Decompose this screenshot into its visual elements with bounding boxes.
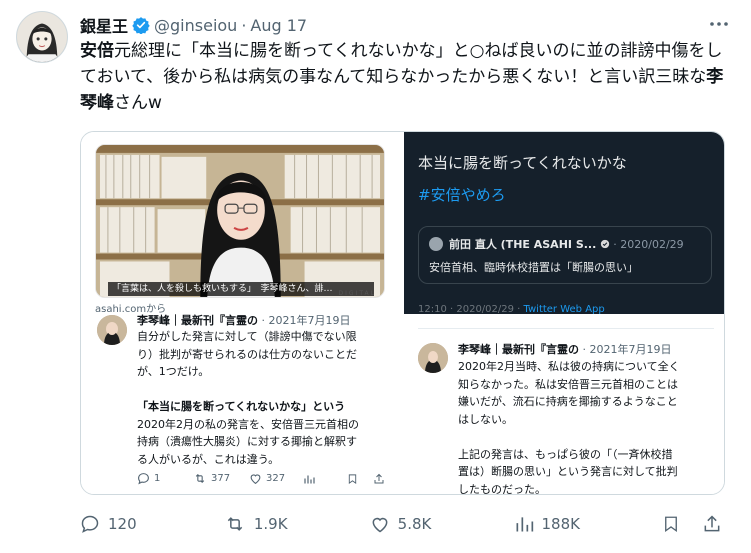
quote-views-icon <box>303 473 347 485</box>
quote-line: 嫌いだが、流石に持病を揶揄するようなこと <box>458 395 678 408</box>
quote-header: 李琴峰｜最新刊『言霊の · 2021年7月19日 <box>137 314 351 327</box>
media-right-pane: 本当に腸を断ってくれないかな #安倍やめろ 前田 直人 (THE ASAHI S… <box>404 132 724 495</box>
like-count: 5.8K <box>397 515 432 533</box>
quote-line: 「本当に腸を断ってくれないかな」という <box>137 400 346 413</box>
retweet-icon <box>227 517 243 531</box>
quote-date: 2021年7月19日 <box>268 314 351 327</box>
dark-tweet-footer: 12:10 · 2020/02/29 · Twitter Web App <box>418 304 605 314</box>
verified-badge-icon <box>600 238 610 251</box>
tweet-text: 安倍元総理に「本当に腸を断ってくれないかな」と○ねば良いのに並の誹謗中傷をしてお… <box>80 38 730 116</box>
tweet-text-segment: さんw <box>114 93 162 113</box>
quote-line: 自分がした発言に対して（誹謗中傷でない限 <box>137 330 357 343</box>
tweet-media-image[interactable]: 「言葉は、人を殺しも救いもする」 李琴峰さん、誹… DIGITAL asahi.… <box>80 131 725 495</box>
quote-avatar <box>97 315 127 345</box>
tweet-action-bar: 120 1.9K 5.8K 188K <box>80 509 730 539</box>
article-photo[interactable]: 「言葉は、人を殺しも救いもする」 李琴峰さん、誹… DIGITAL <box>95 144 385 298</box>
author-handle[interactable]: @ginseiou <box>154 16 237 35</box>
quote-line: はしない。 <box>458 412 513 426</box>
quote-line: が、1つだけ。 <box>137 365 210 378</box>
views-count: 188K <box>541 515 580 533</box>
divider <box>418 328 714 329</box>
dark-tweet-hashtag: #安倍やめろ <box>418 186 506 204</box>
retweet-button[interactable]: 1.9K <box>224 514 370 534</box>
tweet-text-bold: 安倍 <box>80 41 114 61</box>
quote-line: 2020年2月当時、私は彼の持病について全く <box>458 360 680 373</box>
tweet-date[interactable]: Aug 17 <box>250 16 307 35</box>
tweet-text-segment: 元総理に「本当に腸を断ってくれないかな」と○ねば良いのに並の誹謗中傷をしておいて… <box>80 41 723 87</box>
quote-line: 知らなかった。私は安倍晋三元首相のことは <box>458 377 678 391</box>
bookmark-button[interactable] <box>662 514 702 534</box>
quote-line: 上記の発言は、もっぱら彼の「（一斉休校措 <box>458 447 673 461</box>
photo-caption-text: 「言葉は、人を殺しも救いもする」 李琴峰さん、 <box>112 284 315 294</box>
dark-quote-body: 安倍首相、臨時休校措置は「断腸の思い」 <box>429 261 638 274</box>
quote-like-count: 327 <box>266 473 286 484</box>
quote-header: 李琴峰｜最新刊『言霊の · 2021年7月19日 <box>458 343 672 356</box>
reply-icon <box>138 473 149 485</box>
reply-count: 120 <box>108 515 137 533</box>
quote-line: る人がいるが、これは違う。 <box>137 452 280 466</box>
heart-icon <box>372 517 388 533</box>
quote-line: り）批判が寄せられるのは仕方のないことだ <box>137 347 357 361</box>
quote-date: 2021年7月19日 <box>589 343 672 356</box>
avatar[interactable] <box>16 11 68 63</box>
quote-bookmark-icon <box>347 473 373 485</box>
media-left-pane: 「言葉は、人を殺しも救いもする」 李琴峰さん、誹… DIGITAL asahi.… <box>81 132 404 494</box>
dark-quote-name: 前田 直人 (THE ASAHI S... <box>449 238 597 251</box>
like-button[interactable]: 5.8K <box>370 514 514 534</box>
quote-actions: 1 377 327 <box>137 472 387 485</box>
quote-line: したものだった。 <box>458 482 546 495</box>
retweet-icon <box>195 473 205 484</box>
dark-quote-date: 2020/02/29 <box>620 238 684 251</box>
quote-author-name: 李琴峰｜最新刊『言霊の <box>137 314 258 327</box>
quote-body: 自分がした発言に対して（誹謗中傷でない限 り）批判が寄せられるのは仕方のないこと… <box>137 328 399 468</box>
quote-share-icon <box>373 473 385 485</box>
bookmark-icon <box>665 516 678 533</box>
dark-quote-card: 前田 直人 (THE ASAHI S... · 2020/02/29 安倍首相、… <box>418 226 712 284</box>
views-icon <box>516 517 533 532</box>
dark-tweet-card: 本当に腸を断ってくれないかな #安倍やめろ 前田 直人 (THE ASAHI S… <box>404 132 724 314</box>
separator-dot: · <box>241 15 247 35</box>
photo-caption-tail: 誹… <box>314 284 333 294</box>
quote-reply-button: 1 <box>137 472 193 485</box>
quote-like-button: 327 <box>249 472 303 485</box>
retweet-count: 1.9K <box>253 515 288 533</box>
dark-footer-app: Twitter Web App <box>523 304 605 314</box>
reply-button[interactable]: 120 <box>80 514 224 534</box>
quote-reply-count: 1 <box>154 473 161 484</box>
views-button[interactable]: 188K <box>514 514 663 534</box>
quote-line: 2020年2月の私の発言を、安倍晋三元首相の <box>137 417 359 431</box>
verified-badge-icon <box>132 16 150 34</box>
quote-retweet-count: 377 <box>211 473 231 484</box>
dark-footer-time: 12:10 · 2020/02/29 · <box>418 304 524 314</box>
share-icon <box>704 515 720 532</box>
quote-line <box>137 381 399 399</box>
dark-quote-avatar <box>429 237 443 251</box>
quote-avatar <box>418 343 448 373</box>
heart-icon <box>250 474 261 485</box>
quote-author-name: 李琴峰｜最新刊『言霊の <box>458 343 579 356</box>
author-name[interactable]: 銀星王 <box>80 13 128 37</box>
dark-tweet-title: 本当に腸を断ってくれないかな <box>418 154 627 172</box>
dark-quote-header: 前田 直人 (THE ASAHI S... · 2020/02/29 <box>449 238 684 251</box>
quote-retweet-button: 377 <box>193 472 249 485</box>
photo-caption: 「言葉は、人を殺しも救いもする」 李琴峰さん、誹… <box>108 282 374 296</box>
photo-brand: DIGITAL <box>338 290 376 297</box>
quote-line: 持病（潰瘍性大腸炎）に対する揶揄と解釈す <box>137 435 357 448</box>
quote-body: 2020年2月当時、私は彼の持病について全く 知らなかった。私は安倍晋三元首相の… <box>458 358 720 495</box>
tweet-header: 銀星王 @ginseiou · Aug 17 <box>80 13 307 37</box>
more-options-icon[interactable] <box>707 14 731 34</box>
quote-line <box>458 428 720 446</box>
quote-line: 置は）断腸の思い」という発言に対して批判 <box>458 465 678 478</box>
share-button[interactable] <box>702 514 730 534</box>
reply-icon <box>81 515 99 533</box>
